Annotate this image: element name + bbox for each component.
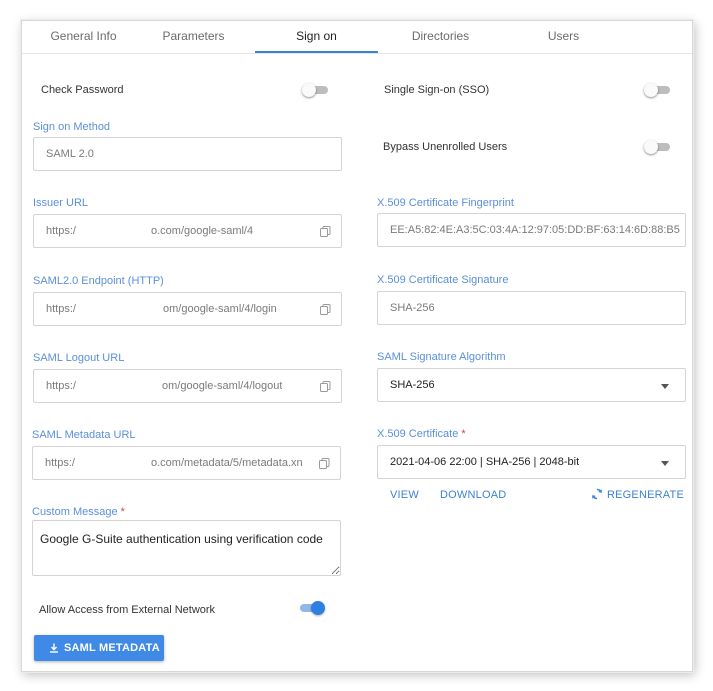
logout-url-label: SAML Logout URL: [33, 352, 125, 364]
sig-algorithm-value: SHA-256: [390, 379, 435, 391]
check-password-label: Check Password: [41, 84, 124, 96]
sign-on-panel: General Info Parameters Sign on Director…: [21, 20, 693, 672]
metadata-url-label: SAML Metadata URL: [32, 429, 136, 441]
certificate-label-text: X.509 Certificate: [377, 428, 459, 440]
tab-sign-on[interactable]: Sign on: [255, 21, 378, 53]
fingerprint-value: EE:A5:82:4E:A3:5C:03:4A:12:97:05:DD:BF:6…: [390, 224, 680, 236]
bypass-unenrolled-label: Bypass Unenrolled Users: [383, 141, 508, 153]
sso-label: Single Sign-on (SSO): [384, 84, 490, 96]
tab-bar: General Info Parameters Sign on Director…: [22, 21, 692, 54]
toggle-knob: [311, 601, 325, 615]
endpoint-label: SAML2.0 Endpoint (HTTP): [33, 275, 164, 287]
custom-message-textarea[interactable]: [32, 520, 341, 576]
custom-message-label: Custom Message *: [32, 506, 125, 518]
metadata-url-prefix: https:/: [45, 457, 75, 469]
tab-users[interactable]: Users: [502, 21, 625, 52]
custom-message-label-text: Custom Message: [32, 506, 118, 518]
metadata-url-field[interactable]: https:/ o.com/metadata/5/metadata.xn: [32, 446, 341, 480]
check-password-toggle[interactable]: [302, 83, 328, 97]
endpoint-prefix: https:/: [46, 303, 76, 315]
saml-metadata-button[interactable]: SAML METADATA: [34, 635, 164, 661]
cert-signature-field: SHA-256: [377, 291, 686, 325]
copy-icon[interactable]: [320, 381, 331, 392]
metadata-url-value: o.com/metadata/5/metadata.xn: [151, 457, 303, 469]
copy-icon[interactable]: [319, 458, 330, 469]
fingerprint-label: X.509 Certificate Fingerprint: [377, 197, 514, 209]
toggle-knob: [644, 83, 658, 97]
external-network-label: Allow Access from External Network: [39, 604, 216, 616]
issuer-url-field[interactable]: https:/ o.com/google-saml/4: [33, 214, 342, 248]
view-certificate-button[interactable]: VIEW: [390, 489, 419, 501]
refresh-icon[interactable]: [591, 488, 603, 500]
regenerate-certificate-button[interactable]: REGENERATE: [607, 489, 684, 501]
tab-parameters[interactable]: Parameters: [132, 21, 255, 52]
copy-icon[interactable]: [320, 226, 331, 237]
issuer-url-prefix: https:/: [46, 225, 76, 237]
sign-on-method-value: SAML 2.0: [46, 148, 94, 160]
logout-url-value: om/google-saml/4/logout: [162, 380, 283, 392]
issuer-url-value: o.com/google-saml/4: [151, 225, 254, 237]
sig-algorithm-select[interactable]: SHA-256: [377, 368, 686, 402]
fingerprint-field: EE:A5:82:4E:A3:5C:03:4A:12:97:05:DD:BF:6…: [377, 213, 686, 247]
required-asterisk: *: [120, 506, 125, 518]
external-network-toggle[interactable]: [298, 601, 325, 615]
tab-general-info[interactable]: General Info: [22, 21, 145, 52]
logout-url-prefix: https:/: [46, 380, 76, 392]
chevron-down-icon[interactable]: [661, 384, 669, 389]
download-certificate-button[interactable]: DOWNLOAD: [440, 489, 506, 501]
issuer-url-label: Issuer URL: [33, 197, 89, 209]
endpoint-field[interactable]: https:/ om/google-saml/4/login: [33, 292, 342, 326]
logout-url-field[interactable]: https:/ om/google-saml/4/logout: [33, 369, 342, 403]
required-asterisk: *: [461, 428, 466, 440]
saml-metadata-label: SAML METADATA: [64, 642, 160, 654]
toggle-knob: [644, 140, 658, 154]
endpoint-value: om/google-saml/4/login: [163, 303, 277, 315]
certificate-value: 2021-04-06 22:00 | SHA-256 | 2048-bit: [390, 456, 580, 468]
sign-on-method-label: Sign on Method: [33, 121, 111, 133]
cert-signature-label: X.509 Certificate Signature: [377, 274, 509, 286]
toggle-knob: [302, 83, 316, 97]
sso-toggle[interactable]: [644, 83, 670, 97]
sig-algorithm-label: SAML Signature Algorithm: [377, 351, 506, 363]
certificate-select[interactable]: 2021-04-06 22:00 | SHA-256 | 2048-bit: [377, 445, 686, 479]
copy-icon[interactable]: [320, 304, 331, 315]
tab-directories[interactable]: Directories: [379, 21, 502, 52]
chevron-down-icon[interactable]: [661, 461, 669, 466]
bypass-unenrolled-toggle[interactable]: [644, 140, 670, 154]
sign-on-method-field: SAML 2.0: [33, 137, 342, 171]
download-icon: [50, 643, 58, 653]
cert-signature-value: SHA-256: [390, 302, 435, 314]
certificate-label: X.509 Certificate *: [377, 428, 466, 440]
